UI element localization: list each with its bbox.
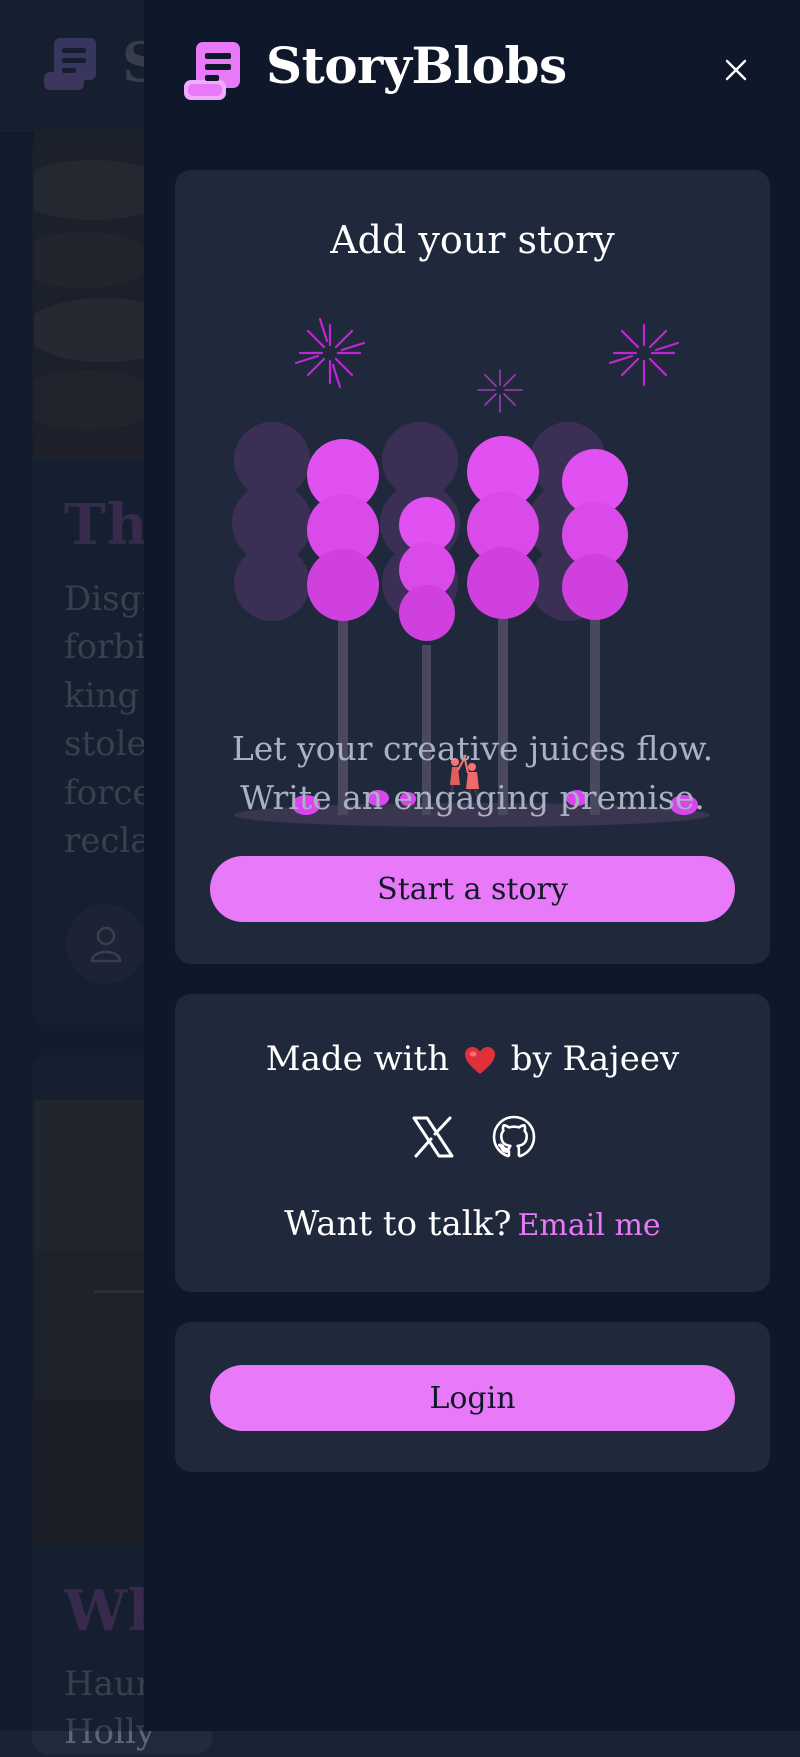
add-story-heading: Add your story [330,218,615,262]
contact-line: Want to talk? Email me [175,1204,770,1244]
scroll-logo-icon [184,42,240,100]
login-panel: Login [175,1322,770,1472]
drawer-title: StoryBlobs [266,36,567,95]
close-icon [725,59,747,81]
start-story-button[interactable]: Start a story [210,856,735,922]
tagline-line: Write an engaging premise. [240,778,705,817]
tagline-line: Let your creative juices flow. [231,729,714,768]
author-label: by Rajeev [510,1039,680,1079]
email-me-link[interactable]: Email me [518,1208,661,1243]
navigation-drawer: StoryBlobs Add your story Let your creat… [144,0,800,1731]
credits-panel: Made with by Rajeev Want to talk? Email m… [175,994,770,1292]
x-icon[interactable] [410,1114,456,1160]
add-story-panel: Add your story Let your creative juices … [175,170,770,964]
made-with-text: Made with by Rajeev [175,1039,770,1079]
talk-label: Want to talk? [284,1204,512,1244]
login-button[interactable]: Login [210,1365,735,1431]
github-icon[interactable] [491,1114,537,1160]
close-button[interactable] [716,50,756,90]
add-story-tagline: Let your creative juices flow. Write an … [175,724,770,822]
heart-icon [464,1047,495,1074]
made-with-label: Made with [265,1039,450,1079]
